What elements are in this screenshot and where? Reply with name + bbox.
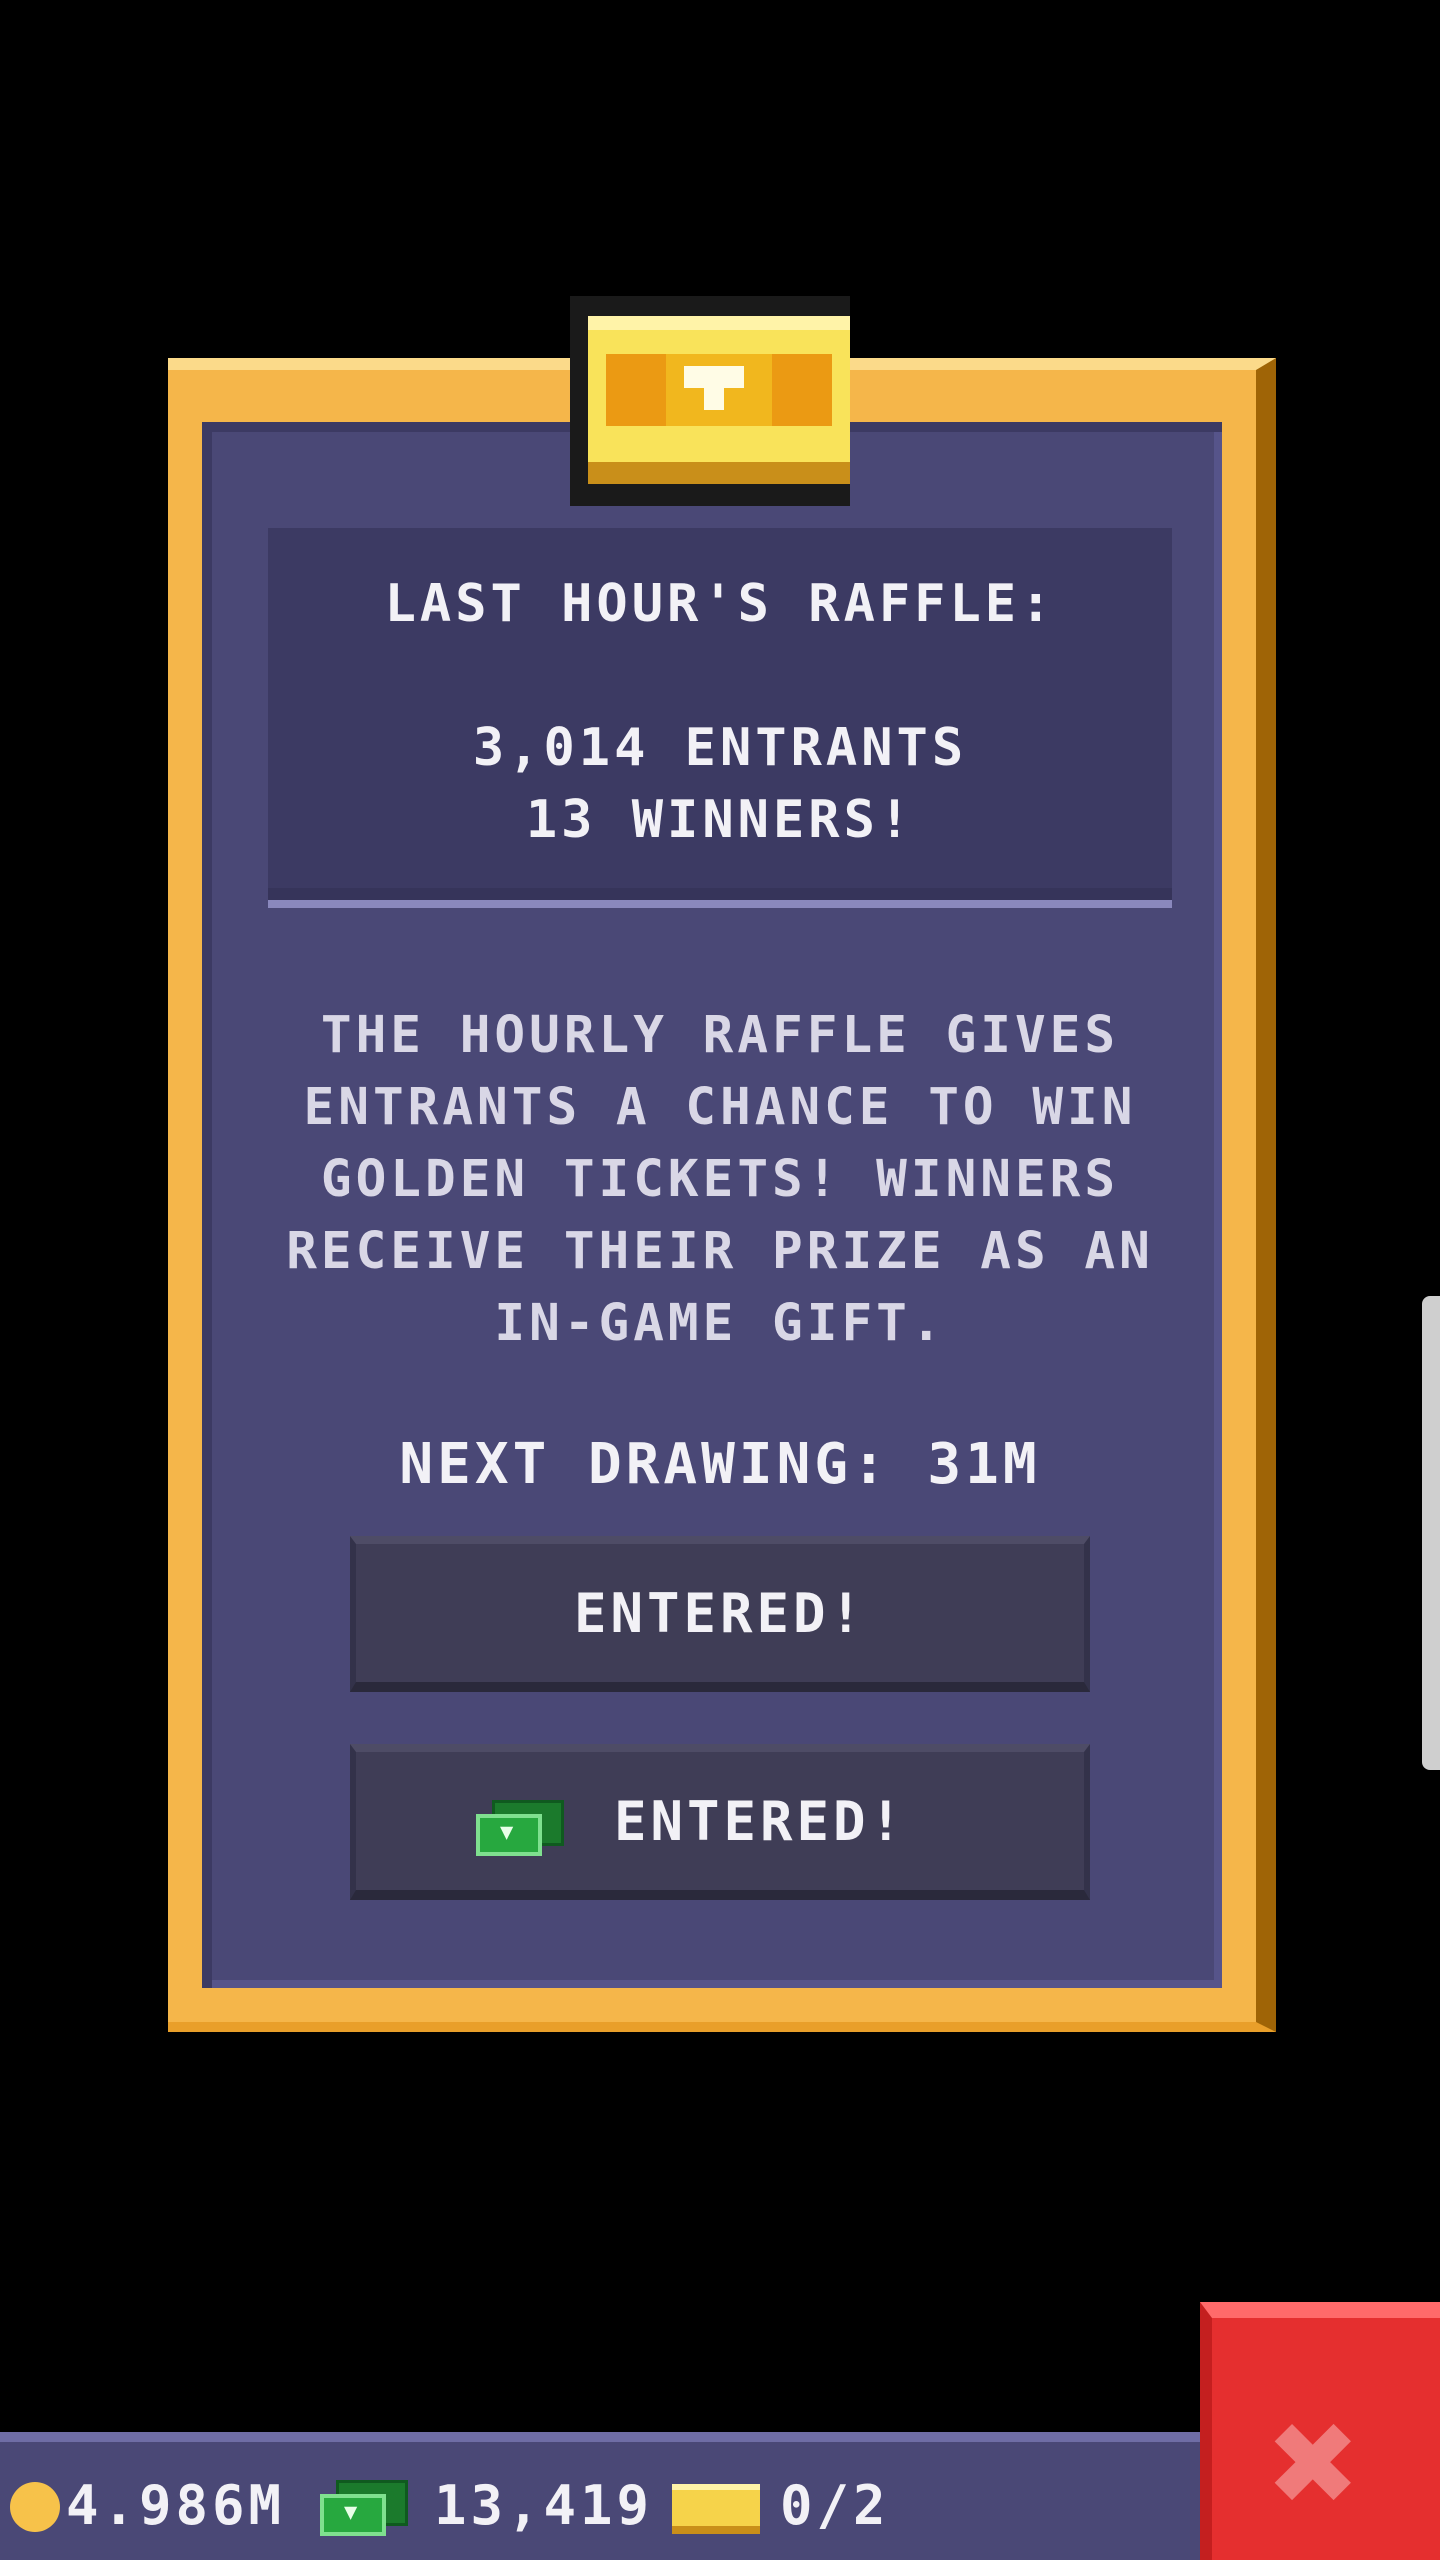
cash-entry-label: ENTERED! (613, 1789, 907, 1853)
last-hour-title: LAST HOUR'S RAFFLE: (384, 574, 1056, 634)
free-entry-button[interactable]: ENTERED! (350, 1536, 1090, 1692)
last-hour-results-box: LAST HOUR'S RAFFLE: 3,014 ENTRANTS 13 WI… (268, 528, 1172, 908)
golden-tickets-count: 0/2 (780, 2474, 890, 2537)
cash-icon (320, 2480, 408, 2540)
cash-icon (476, 1800, 564, 1860)
golden-ticket-icon (570, 296, 850, 506)
winners-count: 13 WINNERS! (525, 790, 915, 850)
coin-icon (10, 2482, 60, 2532)
close-icon: ✖ (1270, 2376, 1361, 2550)
close-button[interactable]: ✖ (1200, 2302, 1440, 2560)
currency-bar: 4.986M 13,419 0/2 (0, 2432, 1200, 2560)
entrants-count: 3,014 ENTRANTS (472, 718, 968, 778)
coins-amount: 4.986M (66, 2474, 286, 2537)
cash-entry-button[interactable]: ENTERED! (350, 1744, 1090, 1900)
side-drawer-handle[interactable] (1422, 1296, 1440, 1770)
free-entry-label: ENTERED! (573, 1581, 867, 1645)
next-drawing-timer: NEXT DRAWING: 31M (399, 1432, 1041, 1497)
cash-amount: 13,419 (434, 2474, 654, 2537)
raffle-description: THE HOURLY RAFFLE GIVES ENTRANTS A CHANC… (286, 1006, 1154, 1353)
golden-ticket-icon (672, 2484, 760, 2534)
